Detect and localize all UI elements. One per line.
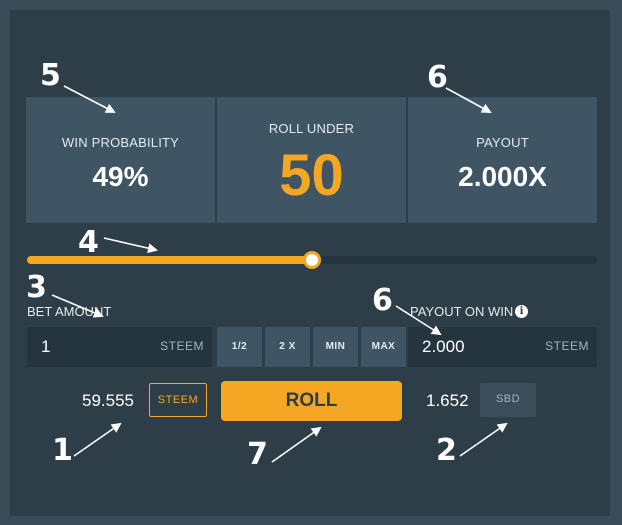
arrow-6 xyxy=(395,305,442,336)
arrow-3 xyxy=(51,294,104,318)
arrow-6-top xyxy=(445,87,492,113)
arrow-4 xyxy=(103,237,158,254)
arrow-1 xyxy=(73,422,122,457)
annotation-arrows xyxy=(51,85,508,463)
arrow-2 xyxy=(459,422,508,457)
arrow-5 xyxy=(63,85,116,113)
arrow-7 xyxy=(271,426,322,463)
